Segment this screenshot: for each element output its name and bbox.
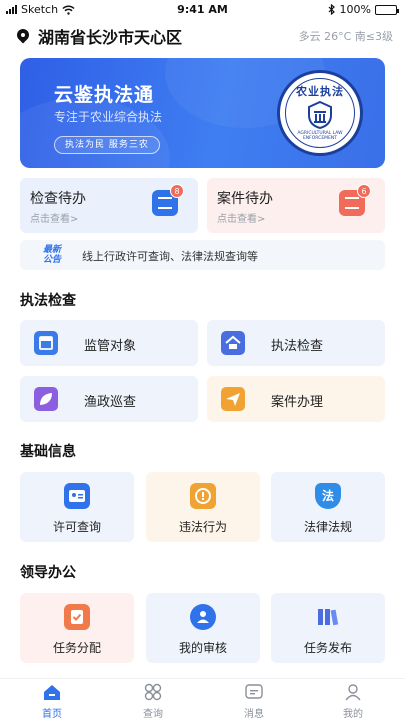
todo-badge: 6: [357, 184, 371, 198]
tile-fishery-patrol[interactable]: 渔政巡查: [20, 376, 198, 422]
id-card-icon: [64, 483, 90, 509]
bluetooth-icon: [328, 4, 335, 15]
card-label: 我的审核: [178, 641, 227, 655]
section-title-enforcement: 执法检查: [20, 293, 76, 309]
tile-supervision-target[interactable]: 监管对象: [20, 320, 198, 366]
tab-label: 查询: [143, 709, 163, 720]
card-label: 任务发布: [303, 641, 352, 655]
tile-enforcement-check[interactable]: 执法检查: [207, 320, 385, 366]
tab-profile[interactable]: 我的: [318, 683, 388, 720]
battery-icon: [375, 4, 399, 15]
todo-link: 点击查看>: [217, 214, 266, 225]
card-task-assignment[interactable]: 任务分配: [20, 593, 134, 663]
card-license-query[interactable]: 许可查询: [20, 472, 134, 542]
card-task-publish[interactable]: 任务发布: [271, 593, 385, 663]
battery-percent: 100%: [339, 3, 371, 16]
tab-label: 消息: [244, 709, 264, 720]
weather-info: 多云 26°C 南≤3级: [298, 30, 393, 43]
house-icon: [221, 331, 245, 355]
banner-title: 云鉴执法通: [54, 84, 155, 106]
location-pin-icon: [14, 26, 32, 44]
card-laws-regulations[interactable]: 法 法律法规: [271, 472, 385, 542]
card-violations[interactable]: 违法行为: [146, 472, 260, 542]
law-shield-icon: 法: [315, 483, 341, 509]
tile-label: 监管对象: [84, 339, 137, 354]
card-label: 任务分配: [52, 641, 101, 655]
books-icon: [315, 604, 341, 630]
tab-home[interactable]: 首页: [17, 683, 87, 720]
card-label: 违法行为: [178, 520, 227, 534]
reviewer-icon: [190, 604, 216, 630]
todo-title: 案件待办: [217, 191, 273, 207]
home-icon: [42, 683, 62, 701]
hero-banner[interactable]: 云鉴执法通 专注于农业综合执法 执法为民 服务三农 农业执法 AGRICULTU…: [20, 58, 385, 168]
location-text: 湖南省长沙市天心区: [38, 28, 183, 47]
building-icon: [34, 331, 58, 355]
card-my-review[interactable]: 我的审核: [146, 593, 260, 663]
announcement-text: 线上行政许可查询、法律法规查询等: [82, 250, 258, 263]
section-title-basic-info: 基础信息: [20, 444, 76, 460]
tab-query[interactable]: 查询: [118, 683, 188, 720]
agricultural-enforcement-emblem: 农业执法 AGRICULTURAL LAW ENFORCEMENT: [277, 70, 363, 156]
case-todo-card[interactable]: 案件待办 点击查看> 6: [207, 178, 385, 233]
grid-icon: [143, 683, 163, 701]
status-bar: Sketch 9:41 AM 100%: [0, 0, 405, 18]
clipboard-check-icon: [64, 604, 90, 630]
todo-link: 点击查看>: [30, 214, 79, 225]
tile-label: 渔政巡查: [84, 395, 137, 410]
tile-label: 案件办理: [271, 395, 324, 410]
violation-icon: [190, 483, 216, 509]
leaf-icon: [34, 387, 58, 411]
tab-label: 我的: [343, 709, 363, 720]
announcement-bar[interactable]: 最新 公告 线上行政许可查询、法律法规查询等: [20, 240, 385, 270]
section-title-leader-office: 领导办公: [20, 565, 76, 581]
banner-slogan: 执法为民 服务三农: [54, 136, 160, 154]
banner-subtitle: 专注于农业综合执法: [54, 110, 163, 124]
todo-badge: 8: [170, 184, 184, 198]
message-icon: [244, 683, 264, 701]
tile-label: 执法检查: [271, 339, 324, 354]
todo-title: 检查待办: [30, 191, 86, 207]
tab-label: 首页: [42, 709, 62, 720]
location-row[interactable]: 湖南省长沙市天心区 多云 26°C 南≤3级: [14, 24, 393, 48]
card-label: 法律法规: [303, 520, 352, 534]
card-label: 许可查询: [52, 520, 101, 534]
inspection-todo-card[interactable]: 检查待办 点击查看> 8: [20, 178, 198, 233]
send-icon: [221, 387, 245, 411]
profile-icon: [343, 683, 363, 701]
tile-case-handling[interactable]: 案件办理: [207, 376, 385, 422]
announcement-tag: 最新 公告: [42, 245, 61, 265]
bottom-tab-bar: 首页 查询 消息 我的: [0, 678, 405, 720]
tab-messages[interactable]: 消息: [219, 683, 289, 720]
